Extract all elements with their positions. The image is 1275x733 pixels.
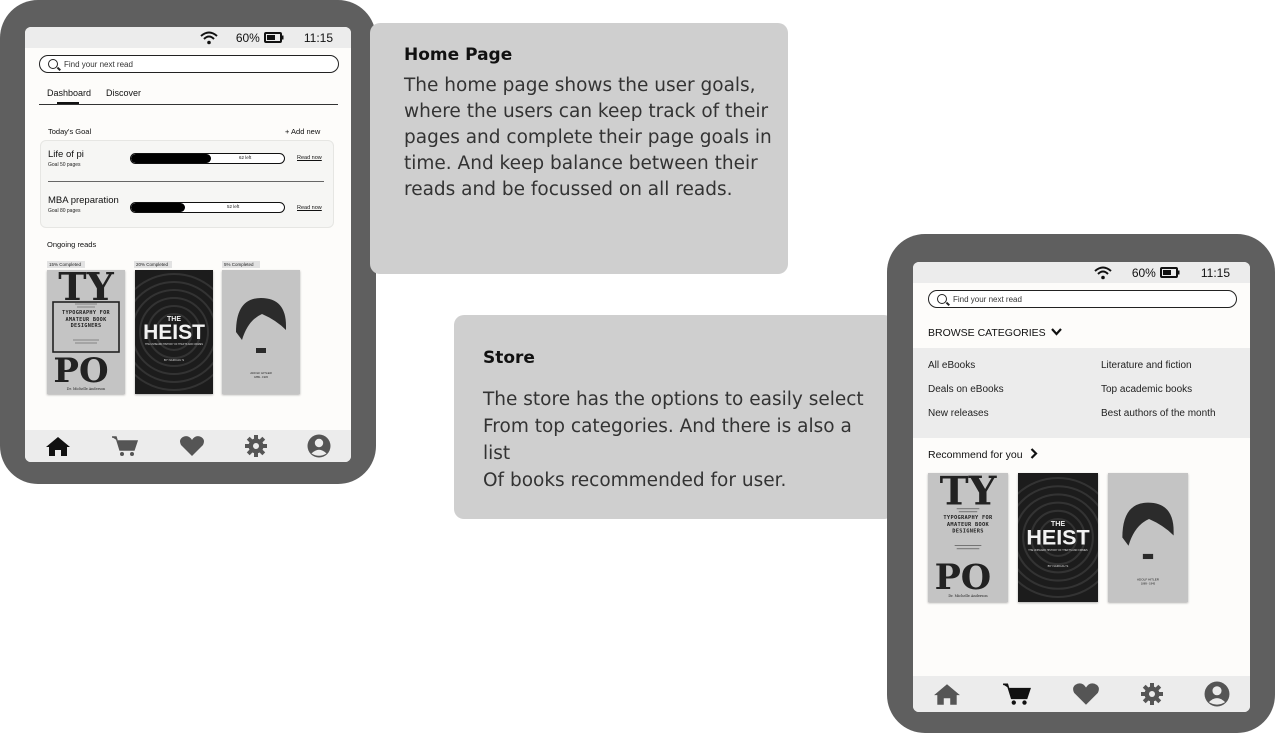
home-icon[interactable]	[45, 435, 71, 457]
book-cover-typography[interactable]: TY TYPOGRAPHY FOR AMATEUR BOOK DESIGNERS…	[47, 270, 125, 394]
goal-progress-fill	[131, 154, 211, 163]
cover-author: Dr. Michelle Anderson	[67, 387, 106, 391]
active-tab-indicator	[57, 102, 79, 104]
home-card-title: Home Page	[404, 45, 513, 65]
category-link[interactable]: All eBooks	[928, 360, 975, 371]
goal-divider	[48, 181, 324, 182]
read-now-link[interactable]: Read now	[297, 155, 322, 161]
cover-letters-bottom: PO	[935, 557, 992, 598]
progress-badge: 5% Completed	[222, 261, 260, 268]
wifi-icon	[1094, 266, 1112, 280]
home-icon[interactable]	[933, 682, 961, 706]
cover-title: HEIST	[1026, 526, 1089, 550]
cover-caption: ADOLF HITLER	[250, 371, 272, 375]
book-cover-heist[interactable]: THE HEIST THE UNHEARD HISTORY OF THEFTS …	[135, 270, 213, 394]
goal-progress-fill	[131, 203, 185, 212]
todays-goal-heading: Today's Goal	[48, 127, 92, 136]
progress-badge: 20% Completed	[134, 261, 172, 268]
user-icon[interactable]	[307, 434, 331, 458]
cover-author: BY NARCAU S	[1048, 564, 1069, 568]
battery-percent: 60%	[1131, 265, 1156, 280]
home-screen: 60% 11:15 Find your next read Dashboard …	[25, 27, 351, 462]
clock: 11:15	[303, 30, 333, 45]
heart-icon[interactable]	[1072, 682, 1100, 706]
cover-letters-top: TY	[58, 270, 114, 309]
heart-icon[interactable]	[179, 435, 205, 457]
battery-icon	[1159, 267, 1180, 278]
add-new-goal-button[interactable]: + Add new	[285, 127, 320, 136]
gear-icon[interactable]	[1141, 683, 1164, 705]
category-link[interactable]: Deals on eBooks	[928, 384, 1004, 395]
recommend-label: Recommend for you	[928, 449, 1023, 461]
category-link[interactable]: Literature and fiction	[1101, 360, 1192, 371]
cover-author: Dr. Michelle Anderson	[948, 594, 988, 598]
ongoing-reads-heading: Ongoing reads	[47, 240, 97, 249]
book-cover-portrait[interactable]: ADOLF HITLER 1889 - 1945	[1108, 473, 1188, 602]
cover-author: BY NARCAU S	[164, 358, 184, 362]
cover-title: TYPOGRAPHY FOR AMATEUR BOOK DESIGNERS	[62, 310, 110, 330]
goal-target: Goal 50 pages	[48, 162, 81, 168]
cover-caption: ADOLF HITLER	[1137, 578, 1160, 582]
chevron-down-icon	[1050, 327, 1062, 339]
book-cover-typography[interactable]: TY TYPOGRAPHY FOR AMATEUR BOOK DESIGNERS…	[928, 473, 1008, 602]
cover-title: HEIST	[143, 321, 205, 344]
cart-icon[interactable]	[1002, 682, 1032, 706]
search-input[interactable]: Find your next read	[39, 55, 339, 73]
cover-letters-bottom: PO	[53, 351, 108, 391]
cart-icon[interactable]	[111, 435, 139, 457]
goal-target: Goal 80 pages	[48, 208, 81, 214]
goal-progress-bar: 62 left	[130, 153, 285, 164]
clock: 11:15	[1200, 265, 1230, 280]
cover-title: TYPOGRAPHY FOR AMATEUR BOOK DESIGNERS	[943, 514, 993, 535]
goal-progress-bar: 52 left	[130, 202, 285, 213]
category-link[interactable]: Top academic books	[1101, 384, 1192, 395]
goal-title: MBA preparation	[48, 195, 119, 206]
goal-title: Life of pi	[48, 149, 84, 160]
tab-bar: Dashboard Discover	[39, 88, 338, 105]
store-card-body: The store has the options to easily sele…	[483, 389, 864, 491]
battery-percent: 60%	[235, 30, 260, 45]
progress-badge: 15% Completed	[47, 261, 85, 268]
read-now-link[interactable]: Read now	[297, 205, 322, 211]
store-screen: 60% 11:15 Find your next read BROWSE CAT…	[913, 262, 1250, 712]
search-placeholder: Find your next read	[64, 59, 133, 69]
wifi-icon	[200, 31, 218, 45]
cover-letters-top: TY	[940, 473, 998, 515]
chevron-right-icon	[1030, 448, 1038, 462]
search-icon	[937, 294, 947, 304]
battery-icon	[263, 32, 284, 43]
book-cover-heist[interactable]: THE HEIST THE UNHEARD HISTORY OF THEFTS …	[1018, 473, 1098, 602]
browse-categories-toggle[interactable]: BROWSE CATEGORIES	[928, 327, 1062, 339]
pages-left: 52 left	[227, 204, 240, 209]
search-icon	[48, 59, 58, 69]
recommend-for-you-link[interactable]: Recommend for you	[928, 448, 1038, 462]
bottom-nav	[913, 676, 1250, 712]
cover-subtitle: THE UNHEARD HISTORY OF THEFTS AND CRIMES	[1028, 549, 1088, 552]
gear-icon[interactable]	[245, 435, 267, 457]
category-link[interactable]: Best authors of the month	[1101, 408, 1216, 419]
tab-dashboard[interactable]: Dashboard	[47, 88, 91, 98]
bottom-nav	[25, 430, 351, 462]
home-card-body: The home page shows the user goals, wher…	[404, 75, 772, 200]
user-icon[interactable]	[1204, 681, 1230, 707]
cover-dates: 1889 - 1945	[1141, 582, 1156, 586]
search-input[interactable]: Find your next read	[928, 290, 1237, 308]
store-card-title: Store	[483, 348, 535, 368]
status-bar: 60% 11:15	[25, 27, 351, 48]
browse-categories-label: BROWSE CATEGORIES	[928, 327, 1046, 339]
cover-subtitle: THE UNHEARD HISTORY OF THEFTS AND CRIMES	[145, 343, 203, 346]
category-link[interactable]: New releases	[928, 408, 989, 419]
cover-dates: 1889 - 1945	[254, 375, 268, 379]
pages-left: 62 left	[239, 155, 252, 160]
search-placeholder: Find your next read	[953, 294, 1022, 304]
status-bar: 60% 11:15	[913, 262, 1250, 283]
tab-discover[interactable]: Discover	[106, 88, 141, 98]
book-cover-portrait[interactable]: ADOLF HITLER 1889 - 1945	[222, 270, 300, 394]
